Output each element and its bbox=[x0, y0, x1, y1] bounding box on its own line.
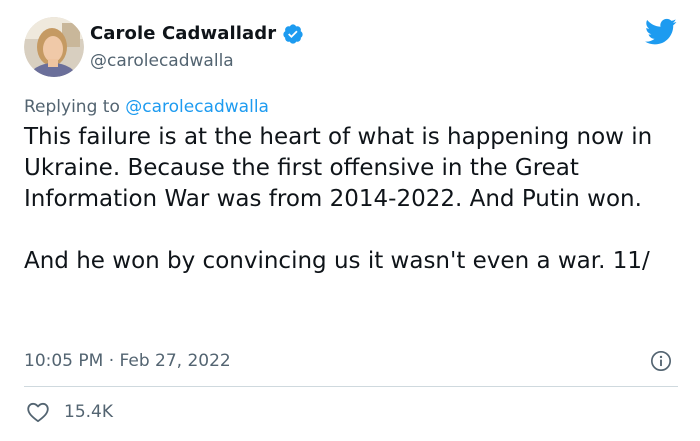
tweet-time: 10:05 PM bbox=[24, 351, 104, 371]
heart-icon[interactable] bbox=[26, 401, 50, 423]
reply-handle-link[interactable]: @carolecadwalla bbox=[125, 97, 269, 117]
tweet-card: Carole Cadwalladr @carolecadwalla Replyi… bbox=[0, 0, 700, 441]
info-icon[interactable] bbox=[650, 350, 672, 372]
tweet-text: This failure is at the heart of what is … bbox=[24, 124, 653, 274]
profile-photo-icon bbox=[24, 17, 84, 77]
like-action[interactable]: 15.4K bbox=[26, 400, 113, 424]
reply-prefix: Replying to bbox=[24, 97, 126, 117]
reply-context: Replying to @carolecadwalla bbox=[24, 95, 269, 119]
verified-badge-icon bbox=[282, 23, 304, 45]
like-count: 15.4K bbox=[64, 402, 113, 422]
tweet-date: Feb 27, 2022 bbox=[119, 351, 231, 371]
divider bbox=[24, 386, 678, 387]
author-name-row: Carole Cadwalladr bbox=[90, 22, 304, 46]
timestamp-separator: · bbox=[103, 351, 120, 371]
author-display-name[interactable]: Carole Cadwalladr bbox=[90, 22, 276, 46]
avatar[interactable] bbox=[24, 17, 84, 77]
twitter-bird-icon[interactable] bbox=[644, 18, 677, 46]
author-handle[interactable]: @carolecadwalla bbox=[90, 50, 234, 72]
tweet-timestamp[interactable]: 10:05 PM · Feb 27, 2022 bbox=[24, 349, 231, 373]
